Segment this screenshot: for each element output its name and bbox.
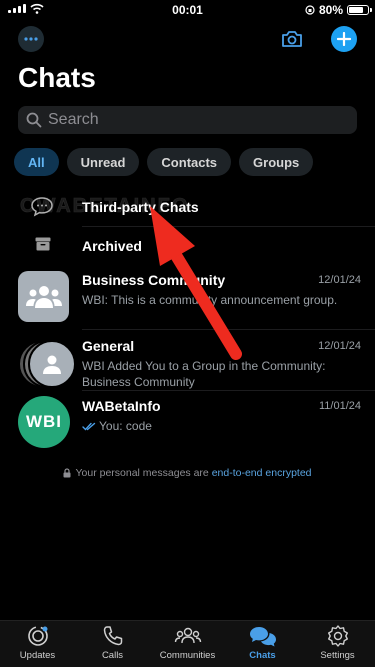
encryption-notice: Your personal messages are end-to-end en… xyxy=(0,467,375,479)
chat-preview: You: code xyxy=(99,419,152,433)
community-people-icon xyxy=(25,285,62,308)
tab-label: Settings xyxy=(320,650,355,661)
community-avatar xyxy=(18,271,69,322)
search-placeholder: Search xyxy=(48,111,99,128)
tab-chats[interactable]: Chats xyxy=(225,621,300,667)
tab-communities[interactable]: Communities xyxy=(150,621,225,667)
chat-bubbles-icon xyxy=(31,197,53,217)
archived-row[interactable]: Archived xyxy=(0,228,375,262)
chat-date: 12/01/24 xyxy=(318,340,361,352)
chat-item-wabetainfo[interactable]: WBI WABetaInfo 11/01/24 You: code xyxy=(0,393,375,451)
battery-percent: 80% xyxy=(318,3,343,17)
third-party-chats-label: Third-party Chats xyxy=(82,199,199,215)
chat-item-business-community[interactable]: Business Community 12/01/24 WBI: This is… xyxy=(0,267,375,325)
double-check-icon xyxy=(82,422,96,431)
updates-icon xyxy=(27,626,48,646)
group-avatar-stack xyxy=(18,337,76,388)
encryption-text: Your personal messages are xyxy=(75,467,212,479)
communities-icon xyxy=(174,627,201,644)
group-people-icon xyxy=(43,355,61,374)
page-title: Chats xyxy=(18,62,96,93)
filter-contacts[interactable]: Contacts xyxy=(147,148,232,176)
more-options-button[interactable] xyxy=(18,26,44,52)
chat-name: Business Community xyxy=(82,272,226,288)
plus-circle-icon xyxy=(337,32,351,46)
lock-icon xyxy=(63,468,71,478)
wbi-avatar: WBI xyxy=(18,396,70,448)
encryption-link[interactable]: end-to-end encrypted xyxy=(212,467,312,479)
search-icon xyxy=(26,112,42,128)
settings-icon xyxy=(327,625,348,647)
chat-name: General xyxy=(82,338,135,354)
new-chat-button[interactable] xyxy=(331,26,357,52)
filter-unread[interactable]: Unread xyxy=(66,148,140,176)
chat-preview: WBI Added You to a Group in the Communit… xyxy=(82,359,326,389)
chat-date: 12/01/24 xyxy=(318,274,361,286)
battery-icon xyxy=(347,5,372,15)
tab-label: Updates xyxy=(19,650,56,661)
phone-icon xyxy=(103,626,122,646)
chat-name: WABetaInfo xyxy=(82,398,161,414)
status-bar: 00:01 80% xyxy=(0,0,375,20)
camera-icon xyxy=(282,31,302,47)
tab-label: Calls xyxy=(101,650,124,661)
filter-all[interactable]: All xyxy=(14,148,59,176)
tab-label: Communities xyxy=(159,650,216,661)
wbi-avatar-text: WBI xyxy=(25,412,63,431)
tab-bar: Updates Calls Communities Chats Settings xyxy=(0,620,375,667)
filter-groups[interactable]: Groups xyxy=(239,148,314,176)
archive-box-icon xyxy=(35,237,51,251)
tab-label: Chats xyxy=(249,650,276,661)
chat-item-general[interactable]: General 12/01/24 WBI Added You to a Grou… xyxy=(0,333,375,391)
orientation-lock-icon xyxy=(305,5,315,15)
search-input[interactable]: Search xyxy=(18,106,357,134)
chat-preview: WBI: This is a community announcement gr… xyxy=(82,293,338,307)
tab-updates[interactable]: Updates xyxy=(0,621,75,667)
chats-icon xyxy=(249,627,276,647)
ellipsis-circle-icon xyxy=(24,37,38,41)
third-party-chats-row[interactable]: Third-party Chats xyxy=(0,190,375,226)
archived-label: Archived xyxy=(82,238,142,254)
camera-button[interactable] xyxy=(279,26,305,52)
filter-chips: All Unread Contacts Groups xyxy=(14,148,314,176)
chat-date: 11/01/24 xyxy=(318,400,361,412)
tab-calls[interactable]: Calls xyxy=(75,621,150,667)
tab-settings[interactable]: Settings xyxy=(300,621,375,667)
